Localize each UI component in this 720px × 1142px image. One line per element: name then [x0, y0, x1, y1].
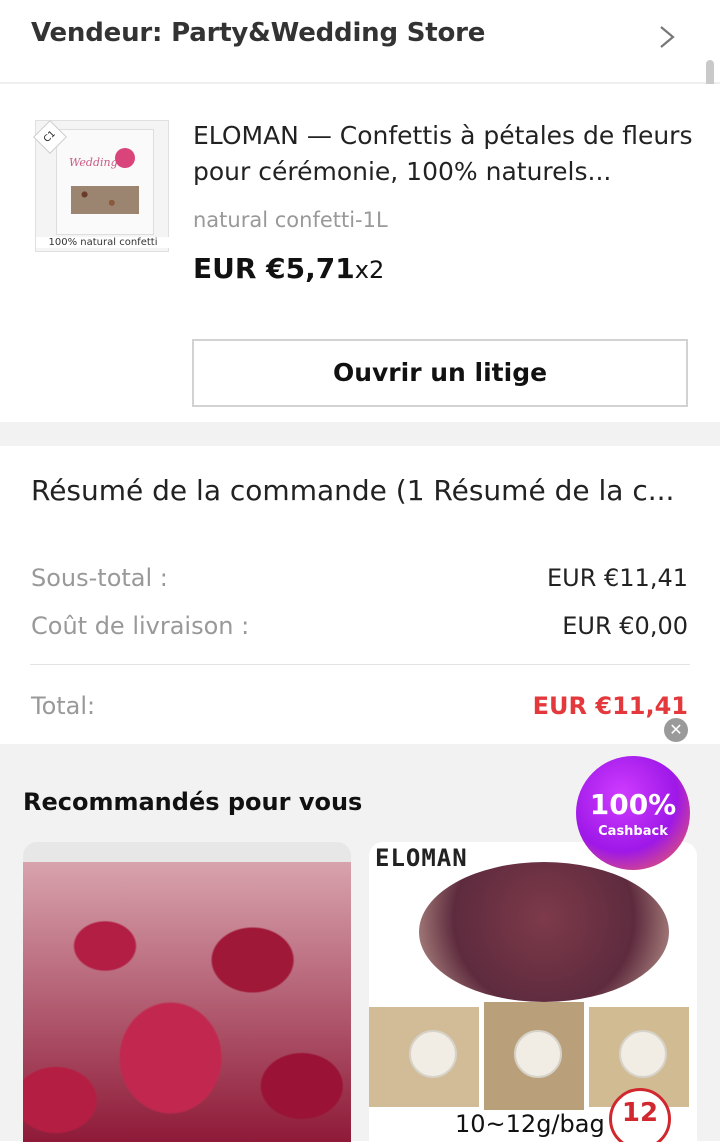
- summary-title: Résumé de la commande (1 Résumé de la c.…: [31, 474, 675, 507]
- flower-icon: [115, 148, 135, 168]
- product-price: EUR €5,71x2: [193, 252, 384, 285]
- bag-seal: [409, 1030, 457, 1078]
- subtotal-value: EUR €11,41: [546, 564, 688, 592]
- close-icon[interactable]: ✕: [664, 718, 688, 742]
- cashback-badge[interactable]: 100% Cashback: [576, 756, 690, 870]
- subtotal-label: Sous-total :: [31, 564, 168, 592]
- chevron-right-icon: [660, 26, 675, 48]
- cashback-percent: 100%: [589, 788, 677, 821]
- confetti-window: [71, 186, 139, 214]
- summary-divider: [30, 664, 690, 665]
- price-value: EUR €5,71: [193, 252, 355, 285]
- section-divider: [0, 422, 720, 446]
- petal-pile-image: [419, 862, 669, 1002]
- bag-seal: [619, 1030, 667, 1078]
- product-image: Wedding C1 100% natural confetti: [33, 120, 170, 252]
- rose-petals-image: [23, 862, 351, 1142]
- total-value: EUR €11,41: [532, 692, 688, 720]
- order-summary: Résumé de la commande (1 Résumé de la c.…: [0, 446, 720, 744]
- shipping-value: EUR €0,00: [562, 612, 688, 640]
- recommended-product-card[interactable]: [23, 842, 351, 1142]
- recommended-product-card[interactable]: ELOMAN 10~12g/bag 12: [369, 842, 697, 1142]
- card-brand: ELOMAN: [375, 844, 468, 872]
- total-label: Total:: [31, 692, 96, 720]
- bag-label: Wedding: [69, 156, 118, 169]
- recommendations-section: Recommandés pour vous ELOMAN 10~12g/bag …: [0, 744, 720, 1142]
- product-thumbnail[interactable]: Wedding C1 100% natural confetti: [33, 120, 170, 338]
- recommendations-title: Recommandés pour vous: [23, 788, 363, 816]
- thumbnail-caption: 100% natural confetti: [36, 237, 170, 248]
- quantity: x2: [354, 256, 385, 284]
- bag-seal: [514, 1030, 562, 1078]
- card-weight-label: 10~12g/bag: [449, 1110, 611, 1138]
- seller-header[interactable]: Vendeur: Party&Wedding Store: [0, 0, 720, 84]
- bag-illustration: Wedding: [56, 129, 154, 235]
- shipping-label: Coût de livraison :: [31, 612, 250, 640]
- product-variant: natural confetti-1L: [193, 208, 388, 232]
- open-dispute-button[interactable]: Ouvrir un litige: [192, 339, 688, 407]
- cashback-label: Cashback: [598, 824, 668, 839]
- pack-count-badge: 12: [609, 1088, 671, 1142]
- seller-name: Vendeur: Party&Wedding Store: [31, 18, 486, 48]
- product-title[interactable]: ELOMAN — Confettis à pétales de fleurs p…: [193, 118, 693, 190]
- order-item: Wedding C1 100% natural confetti ELOMAN …: [0, 84, 720, 420]
